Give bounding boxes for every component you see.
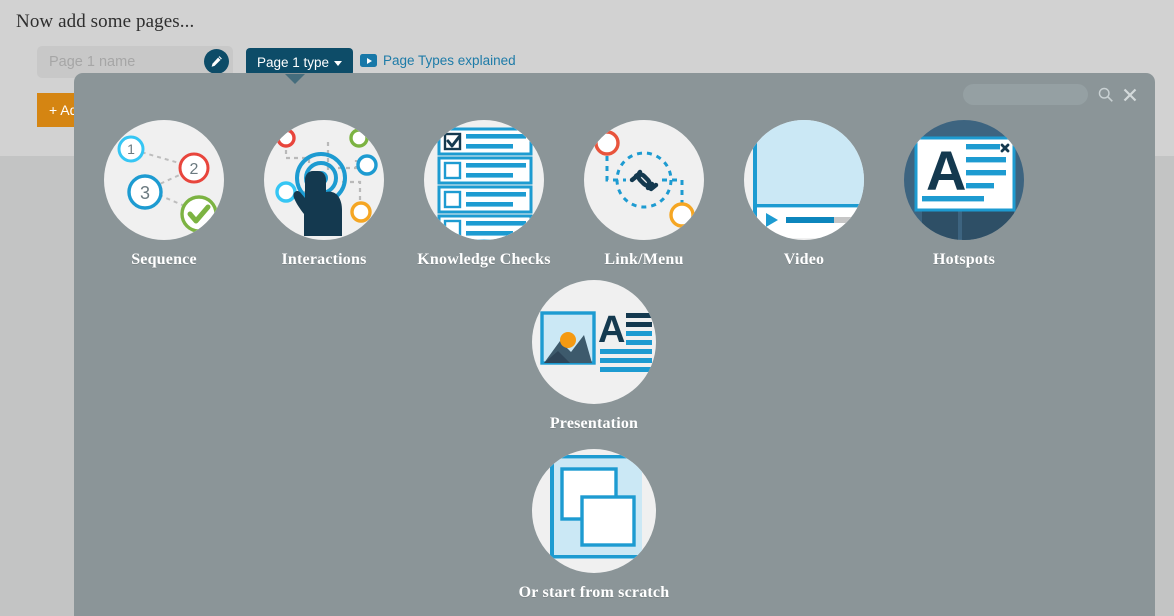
page-title: Now add some pages... [16, 11, 195, 32]
page-types-explained-link[interactable]: Page Types explained [360, 53, 516, 68]
chevron-down-icon [334, 60, 343, 66]
presentation-icon: A [532, 280, 656, 404]
tile-label: Knowledge Checks [417, 251, 551, 268]
link-menu-icon [584, 120, 704, 240]
tile-label: Presentation [549, 415, 639, 432]
tile-label: Interactions [281, 251, 367, 268]
tile-label: Hotspots [932, 251, 996, 268]
page-type-tile-link-menu[interactable]: Link/Menu [564, 120, 724, 269]
sequence-icon: 1 2 3 [104, 120, 224, 240]
search-icon[interactable] [1097, 86, 1114, 103]
hotspots-icon: A [904, 120, 1024, 240]
page-type-tile-presentation[interactable]: A Presentation [494, 280, 694, 433]
tile-label: Or start from scratch [518, 584, 670, 601]
page-type-tile-scratch[interactable]: Or start from scratch [494, 449, 694, 602]
svg-text:A: A [598, 309, 625, 351]
page-type-button[interactable]: Page 1 type [246, 48, 354, 76]
tile-label: Link/Menu [604, 251, 684, 268]
dropdown-pointer [285, 74, 305, 84]
knowledge-checks-icon [424, 120, 544, 240]
tile-label: Video [783, 251, 825, 268]
overlay-search-row [963, 84, 1137, 105]
svg-text:1: 1 [127, 141, 135, 157]
interactions-icon [264, 120, 384, 240]
video-icon [360, 54, 377, 67]
video-page-icon [744, 120, 864, 240]
page-type-tile-sequence[interactable]: 1 2 3 Sequence [84, 120, 244, 269]
page-type-tile-knowledge-checks[interactable]: Knowledge Checks [404, 120, 564, 269]
page-type-picker-overlay: 1 2 3 Sequence Interactions Knowledge Ch… [74, 73, 1155, 616]
page-type-tile-video[interactable]: Video [724, 120, 884, 269]
close-icon[interactable] [1123, 88, 1137, 102]
svg-text:A: A [926, 139, 966, 202]
blank-canvas-icon [532, 449, 656, 573]
svg-text:2: 2 [190, 161, 199, 178]
tile-label: Sequence [131, 251, 197, 268]
pencil-icon[interactable] [204, 49, 229, 74]
page-type-button-label: Page 1 type [257, 54, 330, 70]
svg-text:3: 3 [140, 183, 150, 203]
page-type-tile-hotspots[interactable]: A Hotspots [884, 120, 1044, 269]
page-type-tile-interactions[interactable]: Interactions [244, 120, 404, 269]
page-types-explained-label: Page Types explained [383, 53, 516, 68]
search-input[interactable] [963, 84, 1088, 105]
